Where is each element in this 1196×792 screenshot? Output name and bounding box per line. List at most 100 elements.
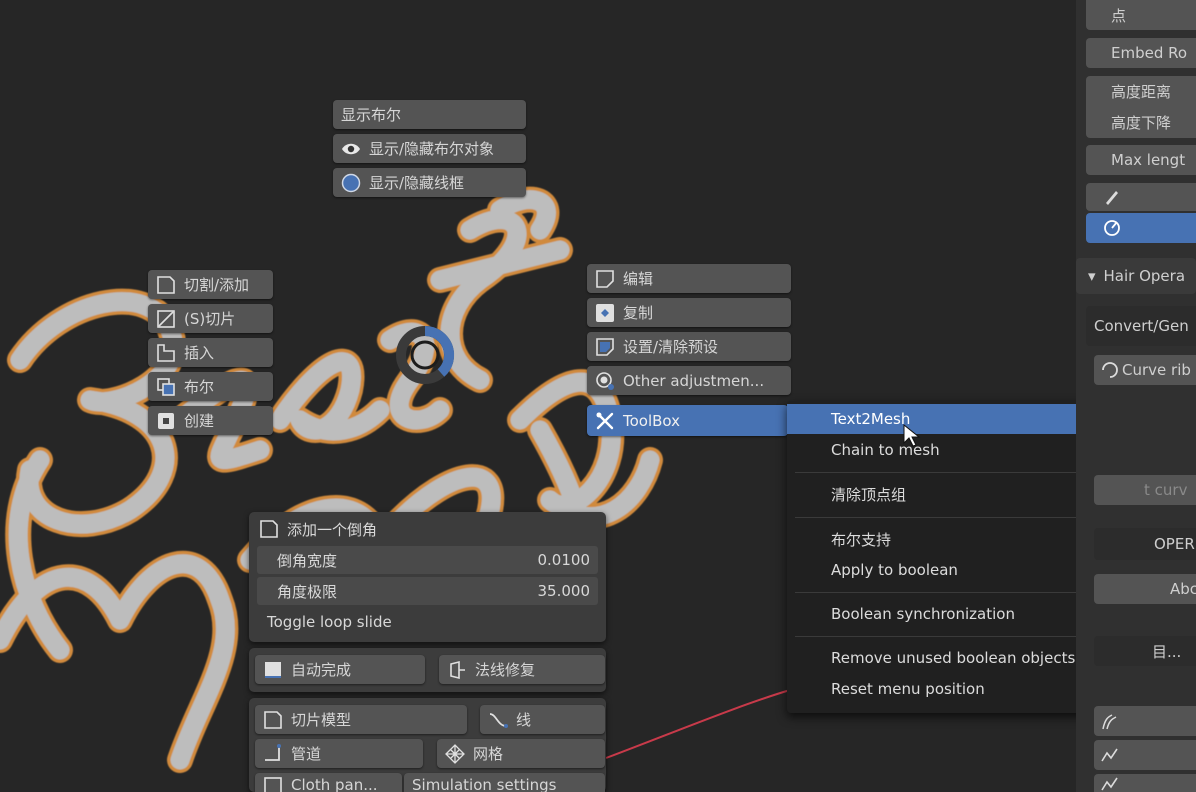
pipe-icon xyxy=(263,743,283,764)
pen-icon xyxy=(1102,187,1122,207)
copy-label: 复制 xyxy=(623,304,654,322)
insert-label: 插入 xyxy=(184,344,215,362)
max-length-label: Max lengt xyxy=(1111,151,1186,169)
set-clear-preset-button[interactable]: 设置/清除预设 xyxy=(587,332,791,361)
simulation-settings-button[interactable]: Simulation settings xyxy=(404,773,605,792)
convert-gen-header: Convert/Gen xyxy=(1086,306,1196,346)
curve-refresh-icon xyxy=(1100,360,1120,380)
line-button[interactable]: 线 xyxy=(480,705,605,734)
abc-label: Abc xyxy=(1170,580,1196,598)
menu-item-label: 清除顶点组 xyxy=(831,485,907,504)
auto-square-icon xyxy=(263,660,283,680)
show-boolean-header: 显示布尔 xyxy=(333,100,526,129)
slice-model-button[interactable]: 切片模型 xyxy=(255,705,467,734)
operators-header: OPER xyxy=(1094,528,1196,560)
hair-strands-icon xyxy=(1100,711,1120,731)
other-adjustments-label: Other adjustmen... xyxy=(623,371,765,390)
toggle-loop-slide-button[interactable]: Toggle loop slide xyxy=(259,608,598,636)
cloth-panel-button[interactable]: Cloth pan... xyxy=(255,773,402,792)
menu-item-label: Chain to mesh xyxy=(831,441,940,459)
create-label: 创建 xyxy=(184,412,215,430)
menu-item-label: Reset menu position xyxy=(831,680,985,698)
normal-fix-icon xyxy=(447,660,467,680)
slice-button[interactable]: (S)切片 xyxy=(148,304,273,333)
hair-operators-header[interactable]: ▾ Hair Opera xyxy=(1076,258,1196,294)
auto-complete-button[interactable]: 自动完成 xyxy=(255,655,425,684)
curve-line-icon xyxy=(488,710,508,730)
hair-tool-button-3[interactable] xyxy=(1094,774,1196,792)
preset-square-icon xyxy=(595,337,615,357)
adjust-circle-icon xyxy=(595,371,615,391)
toggle-wireframe-label: 显示/隐藏线框 xyxy=(369,174,465,192)
cut-add-label: 切割/添加 xyxy=(184,276,250,294)
curve-partial-label: t curv xyxy=(1144,481,1188,499)
create-button[interactable]: 创建 xyxy=(148,406,273,435)
abc-button[interactable]: Abc xyxy=(1094,574,1196,604)
mesh-button[interactable]: 网格 xyxy=(437,739,605,768)
toggle-boolean-objects-button[interactable]: 显示/隐藏布尔对象 xyxy=(333,134,526,163)
slash-square-icon xyxy=(156,309,176,329)
height-group[interactable]: 高度距离 高度下降 xyxy=(1086,76,1196,138)
bevel-width-field[interactable]: 倒角宽度 0.0100 xyxy=(257,546,598,574)
strip-button[interactable]: 管道 xyxy=(255,739,423,768)
toolbox-button[interactable]: ToolBox xyxy=(587,405,788,436)
copy-button[interactable]: 复制 xyxy=(587,298,791,327)
edit-label: 编辑 xyxy=(623,270,654,288)
cloth-panel-label: Cloth pan... xyxy=(291,776,378,792)
strip-label: 管道 xyxy=(291,745,322,763)
menu-item-label: Text2Mesh xyxy=(831,410,911,428)
slice-model-icon xyxy=(263,710,283,730)
normal-fix-button[interactable]: 法线修复 xyxy=(439,655,605,684)
angle-limit-field[interactable]: 角度极限 35.000 xyxy=(257,577,598,605)
zigzag-icon xyxy=(1100,774,1120,792)
bevel-header-label: 添加一个倒角 xyxy=(287,520,378,539)
hair-tool-button-1[interactable] xyxy=(1094,706,1196,736)
cloth-square-icon xyxy=(263,776,283,792)
edit-button[interactable]: 编辑 xyxy=(587,264,791,293)
boolean-button[interactable]: 布尔 xyxy=(148,372,273,401)
other-adjustments-button[interactable]: Other adjustmen... xyxy=(587,366,791,395)
eye-icon xyxy=(341,139,361,159)
line-label: 线 xyxy=(516,711,532,729)
bevel-panel: 添加一个倒角 倒角宽度 0.0100 角度极限 35.000 Toggle lo… xyxy=(249,512,606,642)
operators-label: OPER xyxy=(1154,535,1195,553)
red-guide-line xyxy=(605,689,791,759)
refresh-circle-icon xyxy=(1102,218,1122,238)
curve-ribbon-label: Curve rib xyxy=(1122,361,1191,379)
toggle-boolean-objects-label: 显示/隐藏布尔对象 xyxy=(369,140,495,158)
set-clear-preset-label: 设置/清除预设 xyxy=(623,338,719,356)
slice-model-label: 切片模型 xyxy=(291,711,352,729)
hair-tool-button-2[interactable] xyxy=(1094,740,1196,770)
normal-fix-label: 法线修复 xyxy=(475,661,536,679)
pen-tool-button[interactable] xyxy=(1086,183,1196,211)
embed-row-button[interactable]: Embed Ro xyxy=(1086,38,1196,68)
tools-icon xyxy=(595,411,615,431)
simulation-settings-label: Simulation settings xyxy=(412,776,557,792)
slice-label: (S)切片 xyxy=(184,310,236,328)
menu-item-label: 布尔支持 xyxy=(831,530,892,549)
bevel-width-value: 0.0100 xyxy=(537,551,591,569)
toolbox-label: ToolBox xyxy=(623,411,681,430)
mesh-grid-icon xyxy=(445,743,465,764)
active-tool-button[interactable] xyxy=(1086,213,1196,243)
corner-icon xyxy=(156,343,176,363)
copy-icon xyxy=(595,303,615,323)
square-cut-icon xyxy=(156,275,176,295)
max-length-field[interactable]: Max lengt xyxy=(1086,145,1196,175)
menu-item-label: Boolean synchronization xyxy=(831,605,1015,623)
dot-label: 点 xyxy=(1111,6,1127,25)
triangle-down-icon: ▾ xyxy=(1088,267,1096,285)
embed-row-label: Embed Ro xyxy=(1111,44,1188,62)
curve-partial-button[interactable]: t curv xyxy=(1094,475,1196,505)
insert-button[interactable]: 插入 xyxy=(148,338,273,367)
height-distance-label: 高度距离 xyxy=(1111,83,1172,101)
mesh-label: 网格 xyxy=(473,745,504,763)
cut-add-button[interactable]: 切割/添加 xyxy=(148,270,273,299)
curve-ribbon-button[interactable]: Curve rib xyxy=(1094,355,1196,385)
angle-limit-label: 角度极限 xyxy=(277,582,338,601)
auto-complete-label: 自动完成 xyxy=(291,661,352,679)
mesh-partial-row[interactable]: 目... xyxy=(1094,636,1196,666)
angle-limit-value: 35.000 xyxy=(537,582,591,600)
toggle-wireframe-button[interactable]: 显示/隐藏线框 xyxy=(333,168,526,197)
dot-button[interactable]: 点 xyxy=(1086,0,1196,30)
